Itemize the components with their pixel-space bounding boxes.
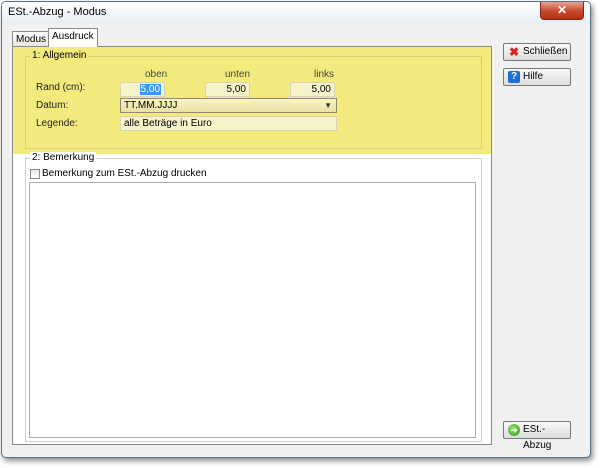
datum-label: Datum: <box>36 100 69 111</box>
bemerkung-checkbox[interactable] <box>30 169 40 179</box>
abzug-button[interactable]: ➜ ESt.-Abzug <box>503 421 571 451</box>
group-allgemein: 1: Allgemein oben unten links Rand (cm):… <box>25 50 482 149</box>
datum-select[interactable]: TT.MM.JJJJ ▼ <box>120 98 337 113</box>
help-button-label: Hilfe <box>523 71 544 82</box>
go-arrow-icon: ➜ <box>508 424 520 436</box>
rand-oben-input[interactable]: 5,00 <box>120 82 165 97</box>
legende-label: Legende: <box>36 118 78 129</box>
datum-select-value: TT.MM.JJJJ <box>124 100 178 111</box>
rand-label: Rand (cm): <box>36 82 86 93</box>
bemerkung-memo[interactable] <box>29 182 476 438</box>
abzug-button-label: ESt.-Abzug <box>523 424 552 451</box>
column-header-unten: unten <box>225 69 251 80</box>
rand-unten-input[interactable]: 5,00 <box>205 82 250 97</box>
tab-panel-ausdruck: 1: Allgemein oben unten links Rand (cm):… <box>12 46 492 445</box>
rand-oben-value: 5,00 <box>139 84 161 95</box>
bemerkung-checkbox-label[interactable]: Bemerkung zum ESt.-Abzug drucken <box>42 168 207 179</box>
client-area: Modus Ausdruck 1: Allgemein oben unten l… <box>9 26 583 451</box>
window-title: ESt.-Abzug - Modus <box>8 6 107 18</box>
tab-modus[interactable]: Modus <box>12 31 51 47</box>
close-button-label: Schließen <box>523 46 568 57</box>
help-icon: ? <box>508 71 520 83</box>
legende-input[interactable]: alle Beträge in Euro <box>120 116 337 131</box>
close-x-icon: ✖ <box>508 45 520 59</box>
column-header-links: links <box>314 69 335 80</box>
group-bemerkung: 2: Bemerkung Bemerkung zum ESt.-Abzug dr… <box>25 152 482 442</box>
group-allgemein-label: 1: Allgemein <box>30 50 89 61</box>
rand-links-input[interactable]: 5,00 <box>290 82 335 97</box>
group-bemerkung-label: 2: Bemerkung <box>30 152 97 163</box>
column-header-oben: oben <box>145 69 168 80</box>
title-bar[interactable]: ESt.-Abzug - Modus ✕ <box>2 2 590 23</box>
dialog-window: ESt.-Abzug - Modus ✕ Modus Ausdruck 1: A… <box>1 1 591 458</box>
help-button[interactable]: ? Hilfe <box>503 68 571 86</box>
close-button[interactable]: ✖ Schließen <box>503 43 571 61</box>
tab-ausdruck[interactable]: Ausdruck <box>48 28 98 47</box>
chevron-down-icon[interactable]: ▼ <box>324 99 332 112</box>
window-close-button[interactable]: ✕ <box>540 2 584 20</box>
